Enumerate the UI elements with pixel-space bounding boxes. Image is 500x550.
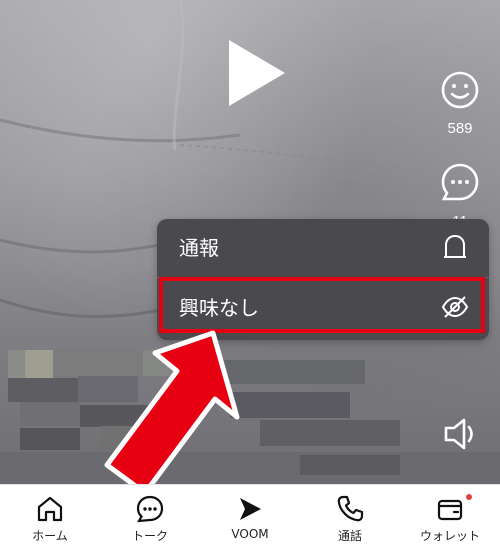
- chat-bubble-icon: [136, 495, 164, 523]
- home-icon: [37, 496, 63, 522]
- voom-play-icon: [240, 498, 261, 520]
- nav-label: ウォレット: [419, 529, 480, 543]
- screen: 589 11 通報 興味なし: [0, 0, 500, 550]
- phone-icon: [337, 495, 364, 522]
- menu-item-report[interactable]: 通報: [157, 219, 489, 275]
- nav-label: ホーム: [32, 529, 68, 543]
- nav-label: 通話: [337, 529, 362, 543]
- nav-label: VOOM: [231, 527, 269, 541]
- nav-talk[interactable]: トーク: [100, 485, 200, 550]
- menu-item-label: 通報: [179, 236, 219, 260]
- comment-icon[interactable]: [438, 160, 482, 204]
- reaction-count: 589: [447, 120, 473, 137]
- play-icon[interactable]: [225, 38, 289, 108]
- nav-home[interactable]: ホーム: [0, 485, 100, 550]
- smiley-reaction-icon[interactable]: [438, 68, 482, 112]
- ghost-report-icon: [444, 234, 466, 258]
- nav-call[interactable]: 通話: [300, 485, 400, 550]
- wallet-icon: [437, 499, 463, 521]
- bottom-nav: ホーム トーク VOOM 通話 ウォレット: [0, 484, 500, 550]
- notification-dot: [466, 494, 472, 500]
- red-arrow-annotation: [104, 330, 240, 495]
- nav-voom[interactable]: VOOM: [200, 485, 300, 550]
- speaker-volume-icon[interactable]: [438, 412, 482, 456]
- nav-label: トーク: [131, 529, 168, 543]
- nav-wallet[interactable]: ウォレット: [400, 485, 500, 550]
